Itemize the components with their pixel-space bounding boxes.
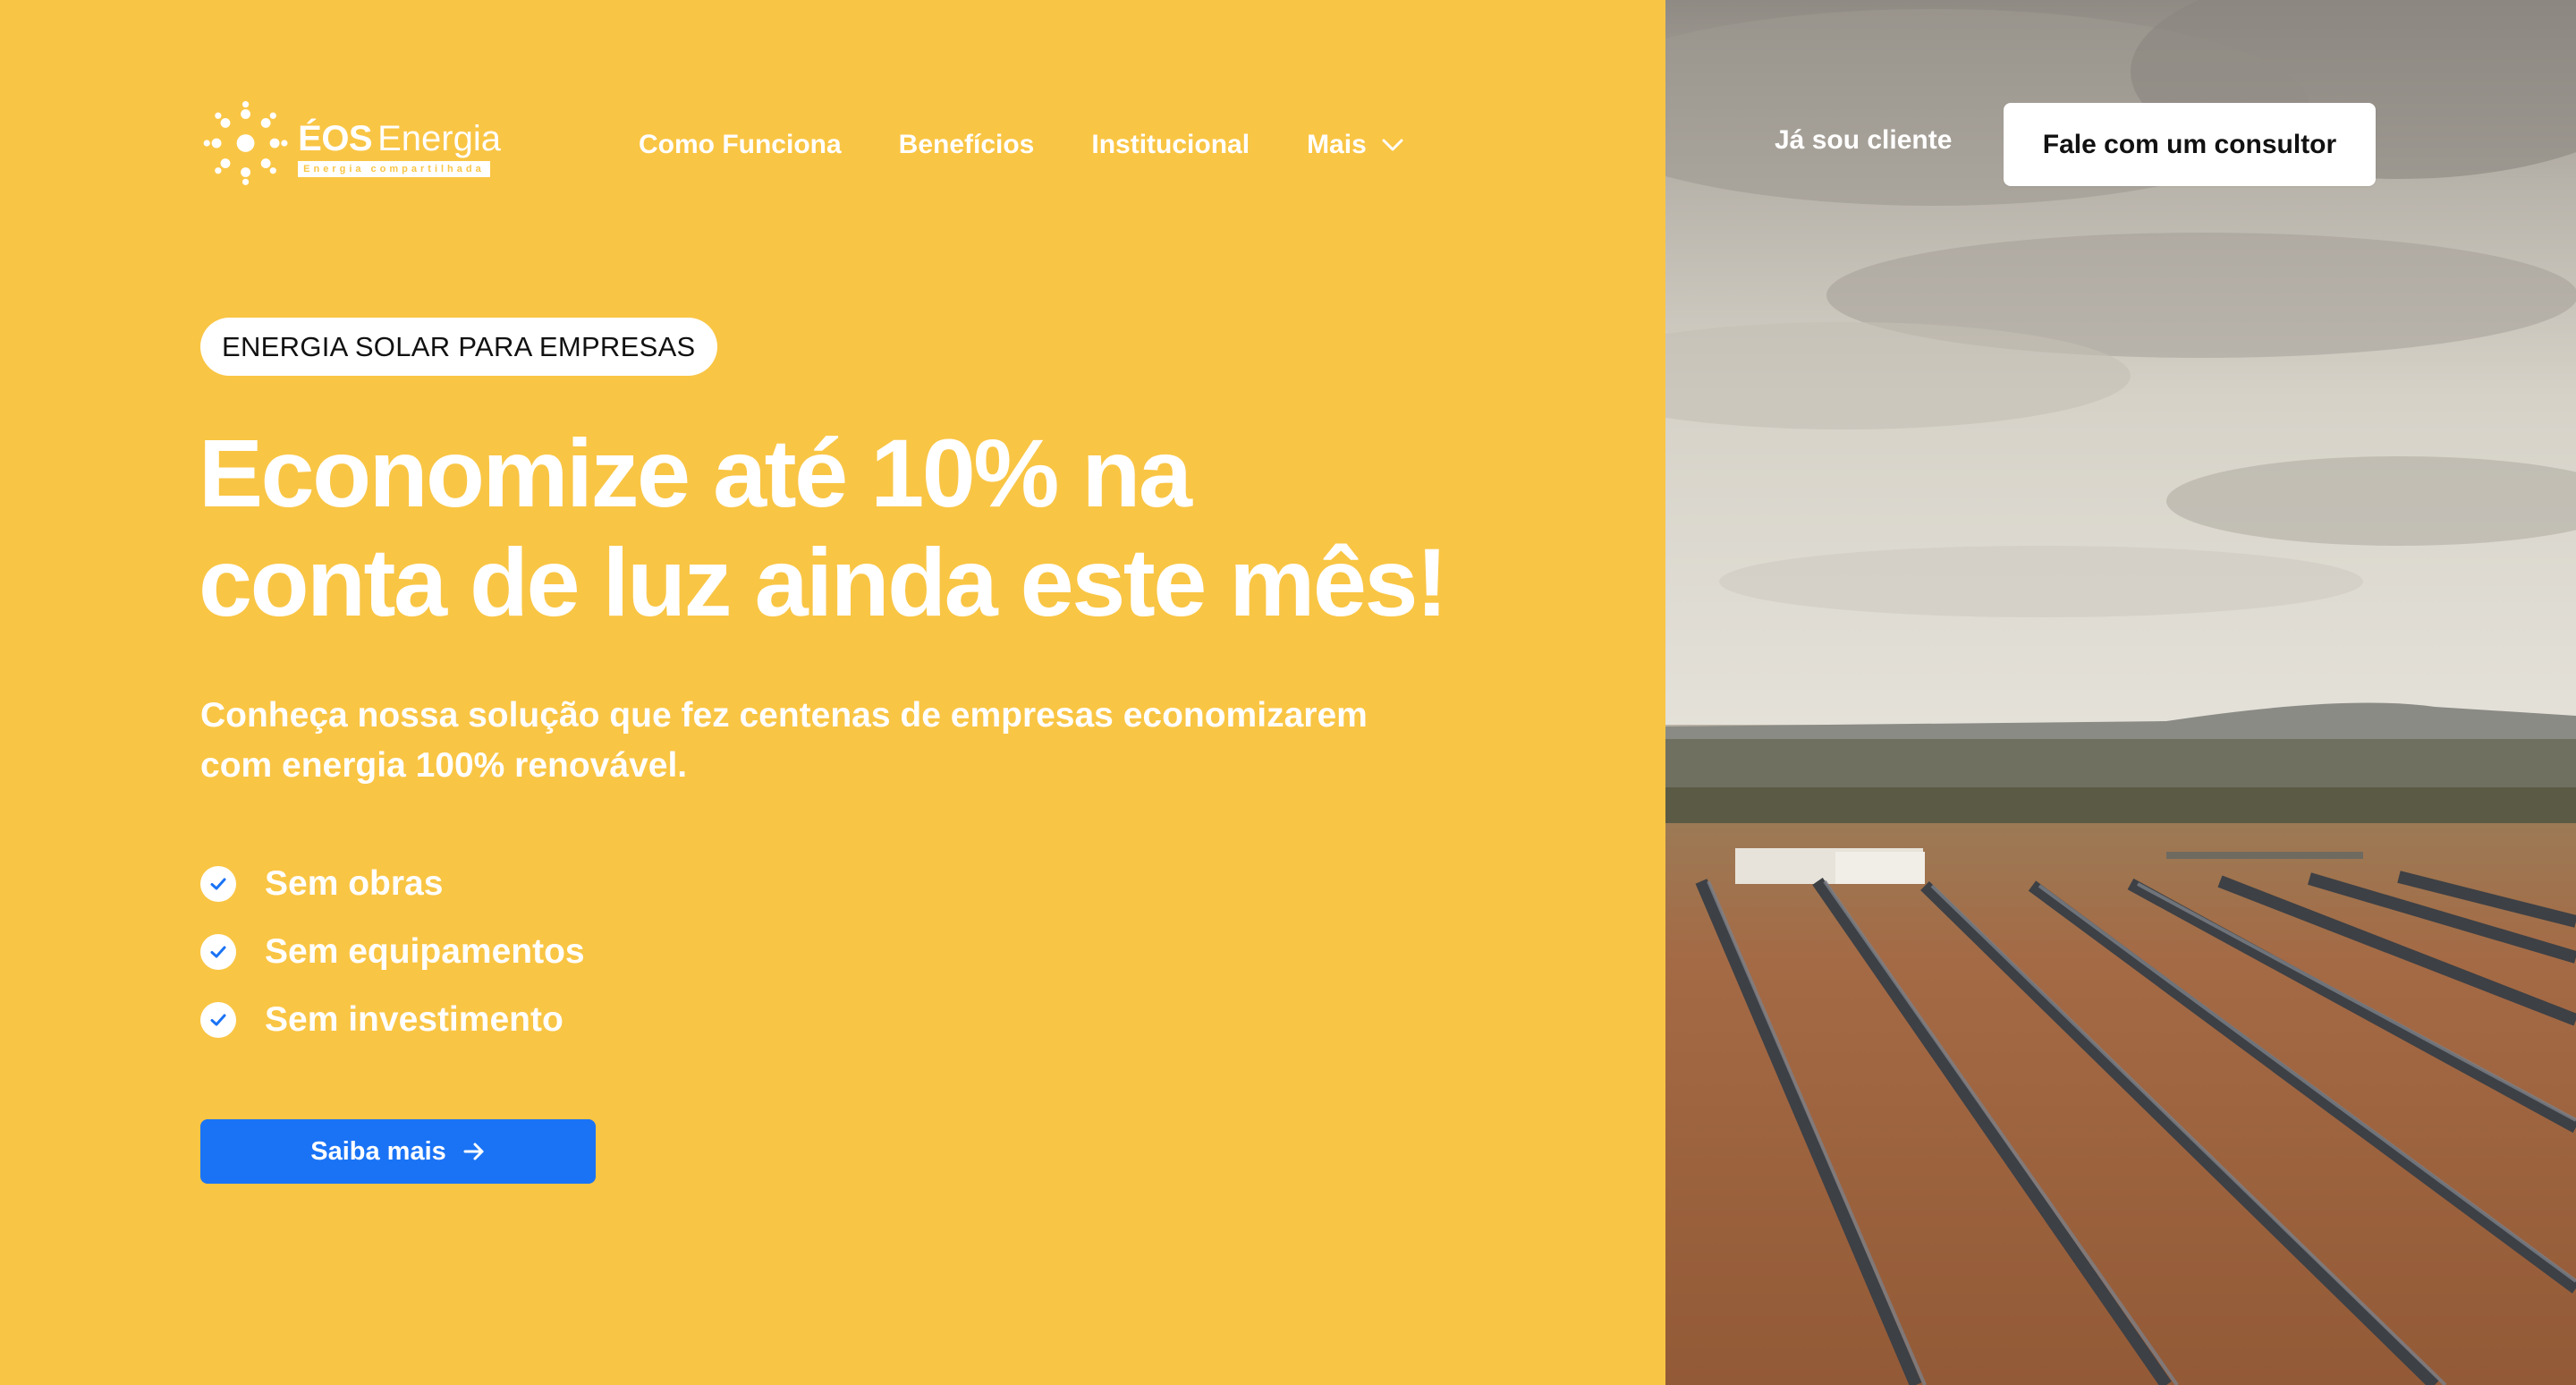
headline-line-1: Economize até 10% na (199, 419, 1192, 527)
nav-item-mais-label: Mais (1307, 130, 1367, 159)
list-item: Sem obras (200, 850, 585, 918)
feature-label: Sem investimento (265, 1000, 564, 1039)
learn-more-label: Saiba mais (310, 1136, 446, 1166)
headline-line-2: conta de luz ainda este mês! (199, 528, 1448, 636)
feature-label: Sem obras (265, 864, 444, 903)
check-circle-icon (200, 866, 236, 902)
check-circle-icon (200, 934, 236, 970)
brand-wordmark: ÉOS Energia Energia compartilhada (298, 119, 501, 177)
brand-logo[interactable]: ÉOS Energia Energia compartilhada (200, 93, 501, 193)
client-login-link[interactable]: Já sou cliente (1775, 125, 1952, 156)
brand-tagline: Energia compartilhada (298, 160, 490, 177)
hero-subtitle: Conheça nossa solução que fez centenas d… (200, 691, 1506, 791)
check-circle-icon (200, 1002, 236, 1038)
subtitle-line-2: com energia 100% renovável. (200, 746, 688, 785)
feature-list: Sem obras Sem equipamentos Sem investime… (200, 850, 585, 1054)
list-item: Sem equipamentos (200, 918, 585, 986)
list-item: Sem investimento (200, 986, 585, 1054)
nav-item-mais[interactable]: Mais (1307, 130, 1404, 160)
nav-item-como-funciona[interactable]: Como Funciona (639, 130, 842, 160)
arrow-right-icon (463, 1143, 484, 1160)
chevron-down-icon (1382, 139, 1403, 151)
feature-label: Sem equipamentos (265, 932, 585, 971)
eyebrow-badge: ENERGIA SOLAR PARA EMPRESAS (200, 318, 717, 376)
learn-more-button[interactable]: Saiba mais (200, 1119, 596, 1184)
main-nav: Como Funciona Benefícios Institucional M… (639, 125, 1404, 165)
nav-item-beneficios[interactable]: Benefícios (899, 130, 1035, 160)
talk-to-consultant-button[interactable]: Fale com um consultor (2004, 103, 2376, 186)
brand-name-suffix: Energia (377, 118, 501, 158)
sun-logo-icon (203, 101, 288, 185)
nav-item-institucional[interactable]: Institucional (1091, 130, 1250, 160)
page-title: Economize até 10% na conta de luz ainda … (199, 419, 1594, 637)
subtitle-line-1: Conheça nossa solução que fez centenas d… (200, 696, 1368, 735)
brand-name: ÉOS (298, 118, 373, 158)
solar-farm-photo (1665, 0, 2576, 1385)
